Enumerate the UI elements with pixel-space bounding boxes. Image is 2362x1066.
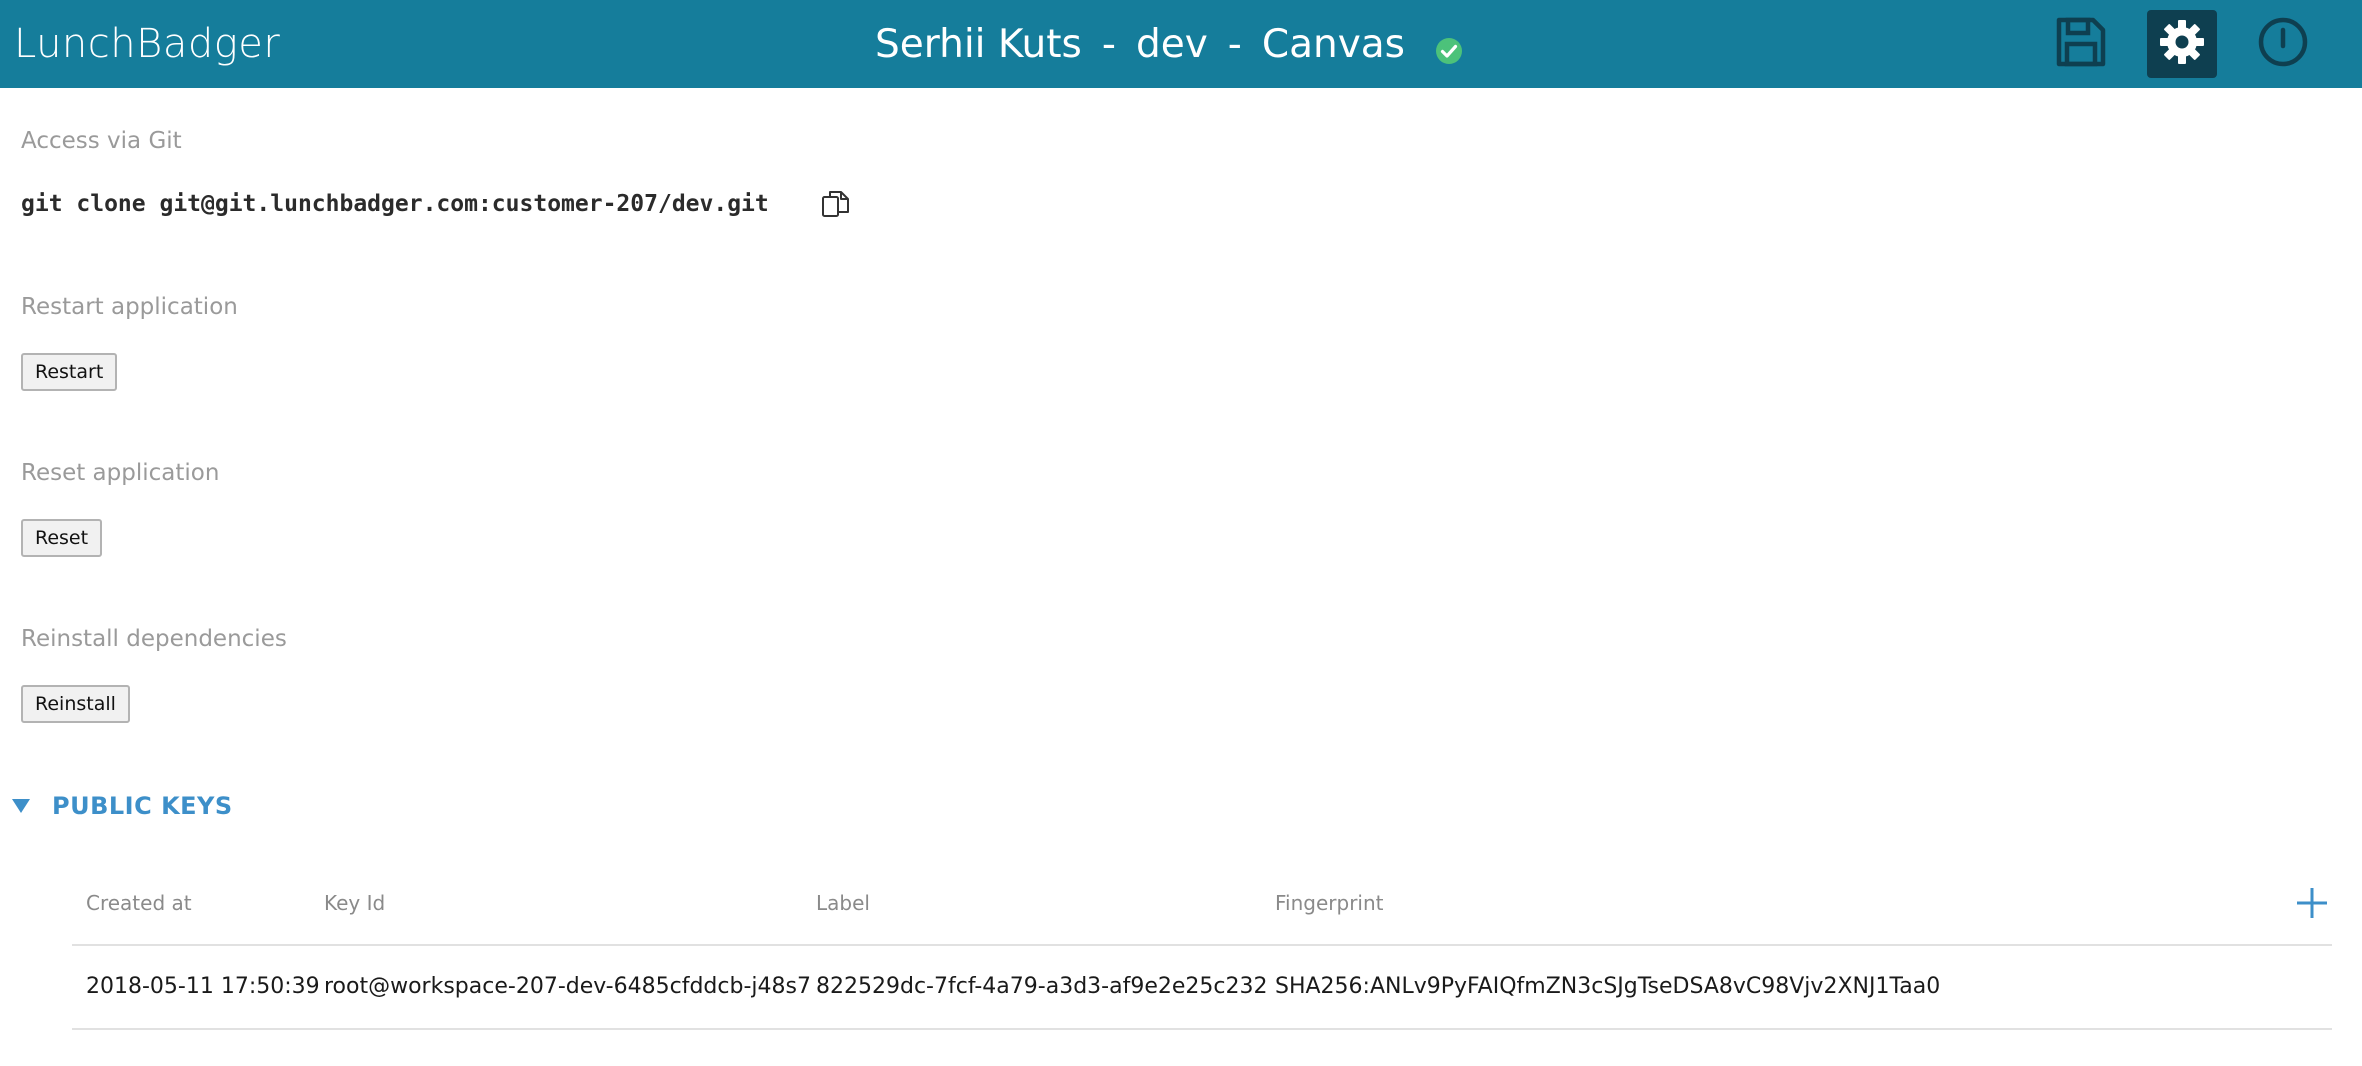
title-separator: - bbox=[1101, 21, 1116, 67]
triangle-down-icon bbox=[12, 799, 30, 813]
table-row: 2018-05-11 17:50:39 root@workspace-207-d… bbox=[72, 946, 2332, 1030]
column-header-fingerprint: Fingerprint bbox=[1275, 891, 1384, 915]
git-access-label: Access via Git bbox=[21, 128, 182, 154]
reinstall-button[interactable]: Reinstall bbox=[21, 685, 130, 723]
logout-button[interactable] bbox=[2248, 10, 2318, 78]
column-header-created-at: Created at bbox=[86, 891, 192, 915]
public-keys-toggle[interactable]: PUBLIC KEYS bbox=[12, 792, 233, 820]
fingerprint-cell: SHA256:ANLv9PyFAIQfmZN3cSJgTseDSA8vC98Vj… bbox=[1275, 974, 1941, 999]
view-name: Canvas bbox=[1261, 21, 1406, 67]
reset-label: Reset application bbox=[21, 460, 220, 486]
key-id-cell: root@workspace-207-dev-6485cfddcb-j48s7 bbox=[324, 974, 811, 999]
copy-icon[interactable] bbox=[820, 188, 852, 220]
top-bar: LunchBadger Serhii Kuts - dev - Canvas bbox=[0, 0, 2362, 88]
gear-icon bbox=[2158, 18, 2206, 71]
app-logo[interactable]: LunchBadger bbox=[14, 14, 280, 74]
table-header-row: Created at Key Id Label Fingerprint bbox=[72, 862, 2332, 946]
public-keys-table: Created at Key Id Label Fingerprint 2018… bbox=[72, 862, 2332, 1030]
git-clone-command: git clone git@git.lunchbadger.com:custom… bbox=[21, 191, 769, 217]
power-icon bbox=[2257, 16, 2309, 73]
settings-button[interactable] bbox=[2147, 10, 2217, 78]
restart-button[interactable]: Restart bbox=[21, 353, 118, 391]
label-cell: 822529dc-7fcf-4a79-a3d3-af9e2e25c232 bbox=[816, 974, 1268, 999]
restart-label: Restart application bbox=[21, 294, 238, 320]
environment-name: dev bbox=[1135, 21, 1208, 67]
user-name: Serhii Kuts bbox=[875, 21, 1082, 67]
public-keys-title: PUBLIC KEYS bbox=[52, 792, 233, 820]
add-key-button[interactable] bbox=[2295, 886, 2329, 920]
page-title: Serhii Kuts - dev - Canvas bbox=[875, 12, 1463, 76]
plus-icon bbox=[2297, 888, 2327, 918]
check-circle-icon bbox=[1435, 30, 1463, 64]
floppy-disk-icon bbox=[2053, 14, 2109, 75]
column-header-label: Label bbox=[816, 891, 870, 915]
reset-button[interactable]: Reset bbox=[21, 519, 103, 557]
title-separator: - bbox=[1227, 21, 1242, 67]
column-header-key-id: Key Id bbox=[324, 891, 386, 915]
reinstall-label: Reinstall dependencies bbox=[21, 626, 287, 652]
save-button[interactable] bbox=[2046, 10, 2116, 78]
created-at-cell: 2018-05-11 17:50:39 bbox=[86, 974, 320, 999]
